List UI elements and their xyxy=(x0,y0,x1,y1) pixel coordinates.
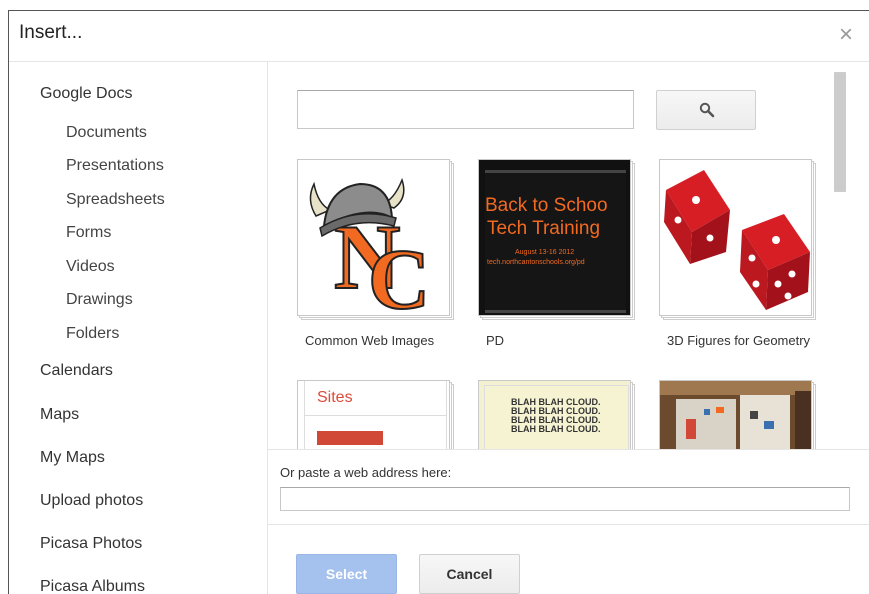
red-dice xyxy=(664,170,810,310)
thumbnail-stack: Sites xyxy=(297,380,457,449)
sidebar-item-my-maps[interactable]: My Maps xyxy=(40,449,105,467)
tile-label: 3D Figures for Geometry xyxy=(667,333,811,348)
search-icon xyxy=(699,102,715,118)
thumbnail-stack: Back to Schoo Tech Training August 13-16… xyxy=(478,159,638,324)
sidebar-item-videos[interactable]: Videos xyxy=(66,258,115,276)
sidebar: Google Docs Documents Presentations Spre… xyxy=(9,61,268,594)
blah-cloud-thumbnail: BLAH BLAH CLOUD. BLAH BLAH CLOUD. BLAH B… xyxy=(478,380,631,449)
paste-url-input[interactable] xyxy=(280,487,850,511)
thumbnail-stack: N C xyxy=(297,159,457,324)
sidebar-item-maps[interactable]: Maps xyxy=(40,406,79,424)
sidebar-item-folders[interactable]: Folders xyxy=(66,325,119,343)
results-scrollbar[interactable] xyxy=(829,62,849,449)
cancel-button[interactable]: Cancel xyxy=(419,554,520,594)
main-panel: N C Common Web Images Back to Schoo Tech… xyxy=(268,61,869,594)
paste-url-label: Or paste a web address here: xyxy=(280,465,452,480)
sidebar-item-documents[interactable]: Documents xyxy=(66,124,147,142)
paste-url-section: Or paste a web address here: xyxy=(268,449,869,525)
sidebar-item-drawings[interactable]: Drawings xyxy=(66,291,133,309)
dialog-title: Insert... xyxy=(19,22,83,43)
tile-pd[interactable]: Back to Schoo Tech Training August 13-16… xyxy=(478,159,638,348)
close-icon[interactable]: × xyxy=(839,23,853,47)
room-photo-thumbnail xyxy=(659,380,812,449)
nc-viking-logo-thumbnail: N C xyxy=(297,159,450,316)
thumbnail-stack xyxy=(659,159,819,324)
divider xyxy=(305,415,446,416)
sidebar-item-picasa-photos[interactable]: Picasa Photos xyxy=(40,535,142,553)
sidebar-item-picasa-albums[interactable]: Picasa Albums xyxy=(40,578,145,594)
svg-text:C: C xyxy=(368,231,430,316)
create-button-thumbnail xyxy=(317,431,383,445)
search-button[interactable] xyxy=(656,90,756,130)
slide-url: tech.northcantonschools.org/pd xyxy=(487,259,585,266)
tile-room-photo[interactable] xyxy=(659,380,819,449)
thumbnail-stack: BLAH BLAH CLOUD. BLAH BLAH CLOUD. BLAH B… xyxy=(478,380,638,449)
sites-logo-text: Sites xyxy=(317,389,353,406)
sidebar-item-presentations[interactable]: Presentations xyxy=(66,157,164,175)
search-input[interactable] xyxy=(297,90,634,129)
dialog-footer: Select Cancel xyxy=(268,524,869,594)
back-to-school-slide-thumbnail: Back to Schoo Tech Training August 13-16… xyxy=(478,159,631,316)
insert-dialog: Insert... × Google Docs Documents Presen… xyxy=(8,10,869,594)
tile-3d-figures[interactable]: 3D Figures for Geometry xyxy=(659,159,819,348)
room-photo xyxy=(660,381,811,449)
sidebar-item-spreadsheets[interactable]: Spreadsheets xyxy=(66,191,165,209)
slide-frame: Back to Schoo Tech Training August 13-16… xyxy=(485,170,626,313)
results-grid: N C Common Web Images Back to Schoo Tech… xyxy=(268,62,849,449)
tile-label: PD xyxy=(486,333,505,348)
scrollbar-thumb[interactable] xyxy=(834,72,846,192)
sidebar-item-forms[interactable]: Forms xyxy=(66,224,111,242)
tile-label: Common Web Images xyxy=(305,333,435,348)
sidebar-item-calendars[interactable]: Calendars xyxy=(40,362,113,380)
tile-blah-cloud[interactable]: BLAH BLAH CLOUD. BLAH BLAH CLOUD. BLAH B… xyxy=(478,380,638,449)
sidebar-item-upload-photos[interactable]: Upload photos xyxy=(40,492,143,510)
blah-line: BLAH BLAH CLOUD. xyxy=(511,424,601,434)
blah-cloud-card: BLAH BLAH CLOUD. BLAH BLAH CLOUD. BLAH B… xyxy=(484,385,629,449)
sidebar-item-google-docs[interactable]: Google Docs xyxy=(40,85,133,103)
thumbnail-stack xyxy=(659,380,819,449)
slide-date: August 13-16 2012 xyxy=(515,249,575,256)
sites-page-thumbnail: Sites xyxy=(297,380,450,449)
slide-title-line1: Back to Schoo xyxy=(485,195,608,216)
tile-sites[interactable]: Sites xyxy=(297,380,457,449)
slide-title-line2: Tech Training xyxy=(487,218,601,239)
nc-viking-logo: N C xyxy=(309,177,431,316)
dialog-titlebar: Insert... × xyxy=(9,11,869,61)
red-dice-thumbnail xyxy=(659,159,812,316)
tile-common-web-images[interactable]: N C Common Web Images xyxy=(297,159,457,348)
select-button[interactable]: Select xyxy=(296,554,397,594)
sites-page: Sites xyxy=(304,381,447,449)
